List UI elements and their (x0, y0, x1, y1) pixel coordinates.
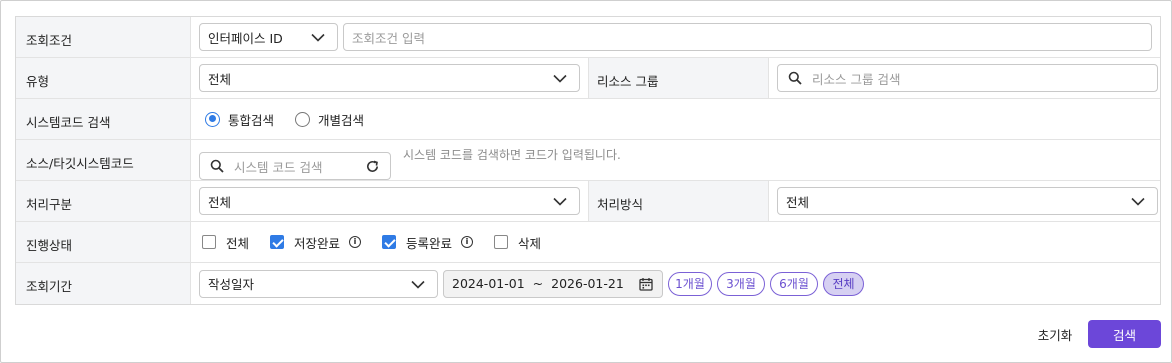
system-code-placeholder: 시스템 코드 검색 (234, 159, 323, 175)
refresh-icon[interactable] (365, 159, 380, 174)
checkbox-all-label: 전체 (226, 235, 250, 251)
date-separator: ~ (532, 276, 544, 291)
period-label: 조회기간 (16, 263, 191, 304)
process-type-value: 전체 (208, 194, 232, 210)
process-method-label: 처리방식 (588, 181, 769, 221)
search-form: 조회조건 인터페이스 ID 조회조건 입력 유형 전체 리소스 그룹 리소스 그… (15, 16, 1161, 305)
chip-3-months[interactable]: 3개월 (717, 271, 765, 296)
process-method-select[interactable]: 전체 (777, 187, 1158, 215)
search-icon (788, 71, 802, 85)
radio-integrated-search[interactable]: 통합검색 (205, 110, 274, 129)
search-icon (210, 159, 224, 173)
checkbox-registered-label: 등록완료 (406, 235, 453, 251)
system-code-search-label: 시스템코드 검색 (16, 99, 191, 139)
checkbox-deleted[interactable]: 삭제 (494, 233, 541, 252)
calendar-icon[interactable] (639, 277, 653, 291)
checkbox-checked-icon (270, 235, 285, 249)
query-type-select[interactable]: 인터페이스 ID (199, 23, 338, 51)
type-select[interactable]: 전체 (199, 64, 580, 92)
checkbox-saved[interactable]: 저장완료 i (270, 233, 362, 252)
radio-unchecked-icon (295, 111, 311, 127)
radio-individual-label: 개별검색 (318, 112, 365, 128)
query-condition-placeholder: 조회조건 입력 (352, 30, 425, 46)
source-target-label: 소스/타깃시스템코드 (16, 140, 191, 180)
chevron-down-icon (411, 280, 425, 289)
process-type-label: 처리구분 (16, 181, 191, 221)
chevron-down-icon (553, 74, 567, 83)
checkbox-registered[interactable]: 등록완료 i (382, 233, 474, 252)
checkbox-deleted-label: 삭제 (518, 235, 542, 251)
query-condition-input[interactable]: 조회조건 입력 (343, 23, 1152, 51)
checkbox-all[interactable]: 전체 (202, 233, 249, 252)
date-range-input[interactable]: 2024-01-01 ~ 2026-01-21 (443, 269, 663, 298)
resource-group-label: 리소스 그룹 (588, 58, 769, 98)
radio-individual-search[interactable]: 개별검색 (295, 110, 364, 129)
type-label: 유형 (16, 58, 191, 98)
chip-6-months[interactable]: 6개월 (770, 271, 818, 296)
row-query-condition: 조회조건 인터페이스 ID 조회조건 입력 (16, 17, 1160, 58)
row-period: 조회기간 작성일자 2024-01-01 ~ 2026-01-21 1개월 3개… (16, 263, 1160, 304)
process-type-select[interactable]: 전체 (199, 187, 580, 215)
date-type-value: 작성일자 (208, 277, 255, 292)
radio-integrated-label: 통합검색 (228, 112, 275, 128)
start-date: 2024-01-01 (452, 276, 525, 291)
chevron-down-icon (1131, 197, 1145, 206)
row-process-type: 처리구분 전체 처리방식 전체 (16, 181, 1160, 222)
radio-checked-icon (205, 111, 220, 127)
system-code-search-input[interactable]: 시스템 코드 검색 (199, 152, 391, 180)
search-panel: 조회조건 인터페이스 ID 조회조건 입력 유형 전체 리소스 그룹 리소스 그… (0, 0, 1172, 363)
checkbox-unchecked-icon (202, 235, 216, 249)
progress-status-label: 진행상태 (16, 222, 191, 262)
row-system-code-search: 시스템코드 검색 통합검색 개별검색 (16, 99, 1160, 140)
reset-button[interactable]: 초기화 (1031, 320, 1079, 348)
info-icon[interactable]: i (461, 236, 474, 248)
chip-1-month[interactable]: 1개월 (668, 271, 712, 296)
search-button[interactable]: 검색 (1088, 320, 1161, 348)
chevron-down-icon (311, 33, 325, 42)
chip-all-period[interactable]: 전체 (823, 271, 864, 296)
row-source-target: 소스/타깃시스템코드 시스템 코드 검색 시스템 코드를 검색하면 코드가 입력… (16, 140, 1160, 181)
resource-group-search-input[interactable]: 리소스 그룹 검색 (777, 64, 1158, 92)
end-date: 2026-01-21 (551, 276, 624, 291)
query-condition-label: 조회조건 (16, 17, 191, 57)
checkbox-saved-label: 저장완료 (294, 235, 341, 251)
date-type-select[interactable]: 작성일자 (199, 269, 438, 298)
checkbox-checked-icon (382, 235, 397, 249)
system-code-hint: 시스템 코드를 검색하면 코드가 입력됩니다. (403, 147, 621, 162)
row-progress-status: 진행상태 전체 저장완료 i 등록완료 i 삭제 (16, 222, 1160, 263)
chevron-down-icon (553, 197, 567, 206)
info-icon[interactable]: i (349, 236, 362, 248)
resource-group-placeholder: 리소스 그룹 검색 (812, 71, 901, 87)
type-value: 전체 (208, 71, 232, 87)
process-method-value: 전체 (786, 194, 810, 210)
row-type: 유형 전체 리소스 그룹 리소스 그룹 검색 (16, 58, 1160, 99)
checkbox-unchecked-icon (494, 235, 509, 249)
query-type-value: 인터페이스 ID (208, 30, 283, 46)
